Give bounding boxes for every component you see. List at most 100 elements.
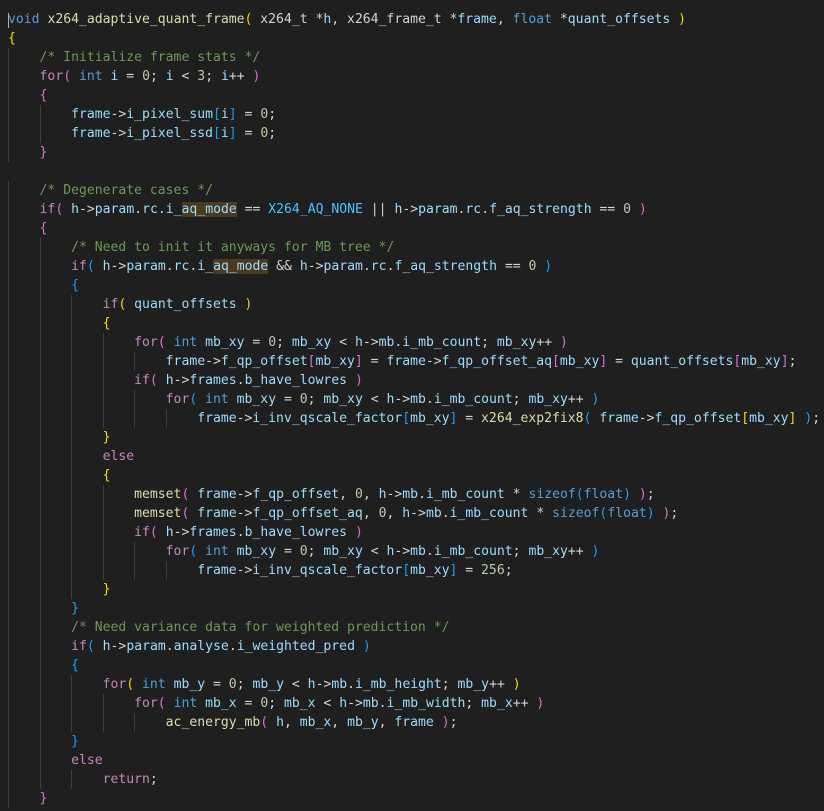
punctuation-token: < bbox=[173, 69, 198, 84]
code-line[interactable]: return; bbox=[0, 770, 824, 789]
bracket-token: ] bbox=[354, 354, 363, 369]
control-keyword-token: return bbox=[102, 772, 150, 787]
punctuation-token: && bbox=[268, 259, 300, 274]
indent-guide bbox=[8, 295, 9, 314]
indent-guide bbox=[8, 732, 9, 751]
indent-guide bbox=[165, 409, 167, 428]
code-line[interactable]: /* Degenerate cases */ bbox=[0, 181, 824, 200]
indent-guide bbox=[8, 181, 9, 200]
indent-guide bbox=[8, 713, 9, 732]
code-line[interactable]: void x264_adaptive_quant_frame( x264_t *… bbox=[0, 10, 824, 29]
code-line[interactable]: memset( frame->f_qp_offset_aq, 0, h->mb.… bbox=[0, 504, 824, 523]
code-line[interactable]: { bbox=[0, 276, 824, 295]
code-line[interactable]: for( int mb_y = 0; mb_y < h->mb.i_mb_hei… bbox=[0, 675, 824, 694]
indent-guide bbox=[102, 523, 104, 542]
code-line[interactable]: } bbox=[0, 580, 824, 599]
code-line[interactable]: for( int i = 0; i < 3; i++ ) bbox=[0, 67, 824, 86]
code-line[interactable]: frame->i_inv_qscale_factor[mb_xy] = x264… bbox=[0, 409, 824, 428]
punctuation-token: = bbox=[607, 354, 631, 369]
indent-guide bbox=[102, 561, 104, 580]
punctuation-token: ++ bbox=[228, 69, 253, 84]
code-line[interactable]: for( int mb_xy = 0; mb_xy < h->mb.i_mb_c… bbox=[0, 333, 824, 352]
indent-guide bbox=[8, 314, 9, 333]
code-line[interactable]: frame->i_pixel_sum[i] = 0; bbox=[0, 105, 824, 124]
indent-guide bbox=[39, 352, 41, 371]
code-line[interactable]: if( h->param.rc.i_aq_mode && h->param.rc… bbox=[0, 257, 824, 276]
code-line[interactable] bbox=[0, 162, 824, 181]
identifier-token: h bbox=[102, 639, 111, 654]
code-line[interactable]: { bbox=[0, 86, 824, 105]
punctuation-token bbox=[63, 202, 71, 217]
punctuation-token: -> bbox=[110, 126, 127, 141]
code-line[interactable]: frame->f_qp_offset[mb_xy] = frame->f_qp_… bbox=[0, 352, 824, 371]
code-line[interactable]: frame->i_pixel_ssd[i] = 0; bbox=[0, 124, 824, 143]
punctuation-token bbox=[166, 696, 174, 711]
indent-guide bbox=[8, 352, 9, 371]
code-line[interactable]: { bbox=[0, 29, 824, 48]
code-line[interactable]: if( h->param.analyse.i_weighted_pred ) bbox=[0, 637, 824, 656]
punctuation-token: . bbox=[418, 487, 426, 502]
code-line[interactable]: memset( frame->f_qp_offset, 0, h->mb.i_m… bbox=[0, 485, 824, 504]
code-line[interactable]: ac_energy_mb( h, mb_x, mb_y, frame ); bbox=[0, 713, 824, 732]
keyword-token: int bbox=[205, 544, 229, 559]
indent-guide bbox=[102, 542, 104, 561]
code-line[interactable]: else bbox=[0, 447, 824, 466]
indent-guide bbox=[71, 466, 73, 485]
punctuation-token: . bbox=[425, 544, 434, 559]
indent-guide bbox=[102, 409, 104, 428]
punctuation-token bbox=[8, 202, 40, 217]
punctuation-token: -> bbox=[386, 487, 403, 502]
control-keyword-token: for bbox=[165, 544, 190, 559]
keyword-token: int bbox=[173, 696, 198, 711]
punctuation-token: -> bbox=[110, 259, 127, 274]
code-line[interactable]: } bbox=[0, 732, 824, 751]
indent-guide bbox=[39, 409, 41, 428]
code-line[interactable]: /* Need to init it anyways for MB tree *… bbox=[0, 238, 824, 257]
code-line[interactable]: { bbox=[0, 656, 824, 675]
code-line[interactable]: if( h->frames.b_have_lowres ) bbox=[0, 523, 824, 542]
code-line[interactable]: else bbox=[0, 751, 824, 770]
punctuation-token: -> bbox=[402, 202, 419, 217]
identifier-token: quant_offsets bbox=[134, 297, 237, 312]
code-line[interactable]: } bbox=[0, 428, 824, 447]
code-line[interactable]: frame->i_inv_qscale_factor[mb_xy] = 256; bbox=[0, 561, 824, 580]
punctuation-token: . bbox=[362, 259, 371, 274]
bracket-token: ( bbox=[575, 487, 584, 502]
function-name-token: x264_adaptive_quant_frame bbox=[47, 12, 245, 27]
code-line[interactable]: if( h->frames.b_have_lowres ) bbox=[0, 371, 824, 390]
punctuation-token: -> bbox=[638, 411, 655, 426]
code-line[interactable]: if( quant_offsets ) bbox=[0, 295, 824, 314]
number-literal-token: 3 bbox=[197, 69, 206, 84]
indent-guide bbox=[8, 238, 9, 257]
code-line[interactable]: { bbox=[0, 466, 824, 485]
identifier-token: frame bbox=[197, 487, 237, 502]
indent-guide bbox=[71, 409, 73, 428]
keyword-token: float bbox=[583, 487, 624, 502]
code-line[interactable]: /* Need variance data for weighted predi… bbox=[0, 618, 824, 637]
code-line[interactable]: { bbox=[0, 314, 824, 333]
keyword-token: sizeof bbox=[552, 506, 600, 521]
indent-guide bbox=[39, 447, 41, 466]
identifier-token: mb_xy bbox=[236, 544, 277, 559]
indent-guide bbox=[8, 561, 9, 580]
code-line[interactable]: for( int mb_xy = 0; mb_xy < h->mb.i_mb_c… bbox=[0, 390, 824, 409]
identifier-token: frame bbox=[71, 107, 111, 122]
punctuation-token: ; bbox=[646, 487, 655, 502]
bracket-token: ( bbox=[149, 525, 158, 540]
punctuation-token: , bbox=[496, 12, 513, 27]
bracket-token: ) bbox=[623, 487, 631, 502]
bracket-token: } bbox=[39, 145, 48, 160]
code-editor[interactable]: void x264_adaptive_quant_frame ( x264_t *… bbox=[0, 0, 824, 811]
code-line[interactable]: /* Initialize frame stats */ bbox=[0, 48, 824, 67]
code-line[interactable]: for( int mb_xy = 0; mb_xy < h->mb.i_mb_c… bbox=[0, 542, 824, 561]
code-line[interactable]: } bbox=[0, 789, 824, 808]
code-line[interactable]: { bbox=[0, 219, 824, 238]
code-line[interactable]: } bbox=[0, 599, 824, 618]
code-line[interactable]: if( h->param.rc.i_aq_mode == X264_AQ_NON… bbox=[0, 200, 824, 219]
bracket-token: } bbox=[102, 430, 111, 445]
indent-guide bbox=[39, 542, 41, 561]
code-line[interactable]: for( int mb_x = 0; mb_x < h->mb.i_mb_wid… bbox=[0, 694, 824, 713]
punctuation-token: . bbox=[157, 202, 166, 217]
code-line[interactable]: } bbox=[0, 143, 824, 162]
punctuation-token bbox=[8, 430, 103, 445]
